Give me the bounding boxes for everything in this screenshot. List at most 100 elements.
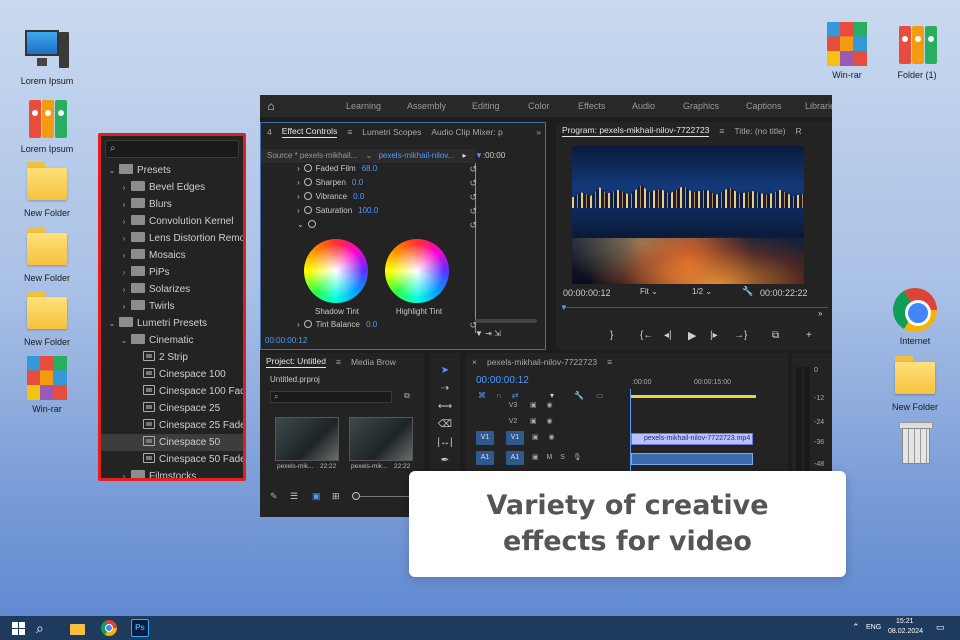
- list-view-icon[interactable]: ☰: [290, 491, 298, 502]
- reset-icon[interactable]: ↺: [469, 178, 477, 189]
- expand-arrow-icon[interactable]: ›: [297, 320, 300, 329]
- panel-menu-icon[interactable]: ≡: [719, 126, 724, 136]
- chevron-down-icon[interactable]: ⌄: [119, 332, 129, 349]
- chevron-right-icon[interactable]: ›: [119, 468, 129, 478]
- source-label[interactable]: Source * pexels-mikhail...: [267, 151, 357, 160]
- highlight-tint-wheel[interactable]: [385, 239, 449, 303]
- chevron-right-icon[interactable]: ›: [119, 281, 129, 298]
- effects-tree-item[interactable]: › Blurs: [101, 196, 243, 213]
- clock-date[interactable]: 08.02.2024: [888, 628, 923, 635]
- add-button-icon[interactable]: +: [806, 330, 812, 341]
- panel-menu-icon[interactable]: ≡: [347, 127, 352, 137]
- step-forward-icon[interactable]: |▸: [710, 330, 718, 341]
- effects-tree-item[interactable]: ⌄ Cinematic: [101, 332, 243, 349]
- desktop-icon-new-folder-1[interactable]: New Folder: [15, 160, 79, 219]
- video-clip[interactable]: pexels-mikhail-nilov-7722723.mp4 [V]: [631, 433, 753, 445]
- effects-tree-item[interactable]: ⌄ Presets: [101, 162, 243, 179]
- reset-icon[interactable]: ↺: [469, 220, 477, 231]
- mute-toggle[interactable]: M: [546, 454, 552, 461]
- filter-icon[interactable]: ▼ ⇥ ⇲: [475, 329, 501, 338]
- shadow-tint-wheel[interactable]: [304, 239, 368, 303]
- windows-start-icon[interactable]: [10, 619, 28, 637]
- source-patch-v1[interactable]: V1: [476, 431, 494, 445]
- workspace-tab-captions[interactable]: Captions: [746, 101, 782, 111]
- go-to-out-icon[interactable]: →}: [734, 330, 747, 341]
- program-scrubber[interactable]: [562, 307, 828, 308]
- ec-scrollbar[interactable]: [475, 319, 537, 323]
- ripple-edit-tool-icon[interactable]: ⟷: [436, 401, 454, 417]
- source-patch-a1[interactable]: A1: [476, 451, 494, 465]
- clip-label[interactable]: pexels-mikhail-nilov...: [378, 151, 454, 160]
- zoom-slider[interactable]: [352, 496, 412, 497]
- tab-sequence[interactable]: pexels-mikhail-nilov-7722723: [487, 357, 597, 367]
- effects-tree-item[interactable]: › Filmstocks: [101, 468, 243, 478]
- desktop-icon-folder-1[interactable]: Folder (1): [885, 22, 949, 81]
- zoom-slider-handle[interactable]: [352, 492, 360, 500]
- workspace-tab-effects[interactable]: Effects: [578, 101, 605, 111]
- desktop-icon-win-rar-right[interactable]: Win-rar: [815, 22, 879, 81]
- expand-arrow-icon[interactable]: ›: [297, 178, 300, 187]
- stopwatch-icon[interactable]: [307, 220, 316, 228]
- stopwatch-icon[interactable]: [303, 192, 312, 200]
- workspace-tab-assembly[interactable]: Assembly: [407, 101, 446, 111]
- language-indicator[interactable]: ENG: [866, 624, 881, 631]
- audio-clip[interactable]: [631, 453, 753, 465]
- param-value[interactable]: 0.0: [353, 192, 364, 201]
- panel-overflow-icon[interactable]: »: [536, 127, 541, 137]
- param-value[interactable]: 0.0: [352, 178, 363, 187]
- new-bin-icon[interactable]: ⧉: [404, 391, 410, 401]
- expand-arrow-icon[interactable]: ›: [297, 206, 300, 215]
- panel-menu-icon[interactable]: ≡: [607, 357, 612, 367]
- desktop-icon-recycle-bin[interactable]: [883, 420, 947, 468]
- reset-icon[interactable]: ↺: [469, 192, 477, 203]
- chevron-down-icon[interactable]: ⌄: [366, 151, 373, 160]
- zoom-select[interactable]: Fit ⌄: [640, 287, 658, 296]
- timeline-timecode[interactable]: 00:00:00:12: [476, 375, 529, 386]
- effects-tree-item[interactable]: Cinespace 50 Faded: [101, 451, 243, 468]
- track-label[interactable]: A1: [505, 451, 524, 465]
- ruler-playhead-icon[interactable]: ▼: [475, 151, 483, 160]
- expand-arrow-icon[interactable]: ›: [297, 192, 300, 201]
- effects-tree-item[interactable]: › Mosaics: [101, 247, 243, 264]
- panel-menu-icon[interactable]: ≡: [336, 357, 341, 367]
- desktop-icon-new-folder-3[interactable]: New Folder: [15, 289, 79, 348]
- stopwatch-icon[interactable]: [303, 178, 312, 186]
- chevron-right-icon[interactable]: ›: [119, 264, 129, 281]
- track-sync-icon[interactable]: ▣: [530, 402, 537, 409]
- play-icon[interactable]: ▸: [463, 151, 467, 160]
- freeform-view-icon[interactable]: ⊞: [332, 491, 340, 502]
- resolution-select[interactable]: 1/2 ⌄: [692, 287, 712, 296]
- effects-tree-item[interactable]: › Lens Distortion Remo: [101, 230, 243, 247]
- timeline-wrench-icon[interactable]: 🔧: [574, 391, 584, 400]
- ec-timecode[interactable]: 00:00:00:12: [265, 336, 307, 345]
- chevron-down-icon[interactable]: ⌄: [107, 162, 117, 179]
- effects-tree-item[interactable]: › Convolution Kernel: [101, 213, 243, 230]
- expand-arrow-icon[interactable]: ⌄: [297, 220, 304, 229]
- microphone-icon[interactable]: 🎙: [573, 454, 582, 461]
- search-icon[interactable]: ⌕: [36, 619, 54, 637]
- notifications-icon[interactable]: ▭: [936, 622, 945, 633]
- chevron-right-icon[interactable]: ›: [119, 230, 129, 247]
- workspace-tab-learning[interactable]: Learning: [346, 101, 381, 111]
- expand-arrow-icon[interactable]: ›: [297, 164, 300, 173]
- selection-tool-icon[interactable]: ➤: [436, 365, 454, 381]
- project-search-input[interactable]: ⌕: [270, 391, 392, 403]
- track-label[interactable]: V1: [505, 431, 524, 445]
- desktop-icon-new-folder-2[interactable]: New Folder: [15, 225, 79, 284]
- chevron-right-icon[interactable]: ›: [119, 247, 129, 264]
- chevron-right-icon[interactable]: ›: [119, 298, 129, 315]
- project-clip-thumbnail[interactable]: [349, 417, 413, 461]
- effects-tree-item[interactable]: Cinespace 25 Faded: [101, 417, 243, 434]
- chrome-icon[interactable]: [100, 619, 118, 637]
- param-value[interactable]: 100.0: [358, 206, 378, 215]
- pen-tool-icon[interactable]: ✒: [436, 455, 454, 471]
- tab-lumetri-scopes[interactable]: Lumetri Scopes: [362, 127, 421, 137]
- track-sync-icon[interactable]: ▣: [532, 434, 539, 441]
- close-icon[interactable]: ×: [472, 357, 477, 367]
- effects-tree-item[interactable]: › Bevel Edges: [101, 179, 243, 196]
- effects-tree-item[interactable]: › PiPs: [101, 264, 243, 281]
- tab-audio-clip-mixer[interactable]: Audio Clip Mixer: p: [431, 127, 502, 137]
- step-back-icon[interactable]: ◂|: [664, 330, 672, 341]
- track-sync-icon[interactable]: ▣: [532, 454, 539, 461]
- reset-icon[interactable]: ↺: [469, 164, 477, 175]
